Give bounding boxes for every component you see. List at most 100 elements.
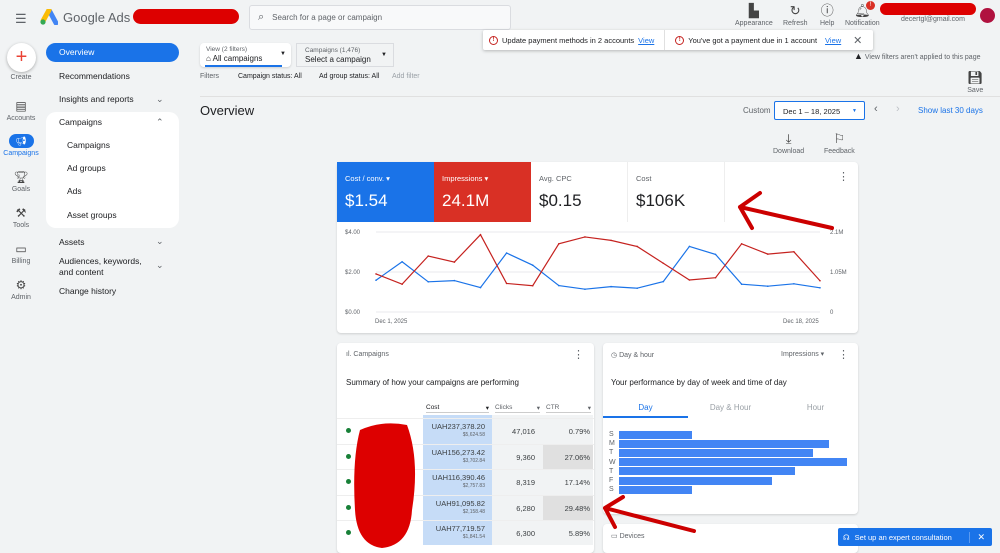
filter-chip-ad-group-status[interactable]: Ad group status: All: [319, 73, 379, 80]
avatar[interactable]: [980, 8, 995, 23]
redaction: [133, 9, 239, 24]
data-point: [375, 273, 377, 275]
nav-subitem-ads[interactable]: Ads: [67, 186, 82, 196]
rail-item-admin[interactable]: ⚙ Admin: [0, 278, 42, 301]
data-point: [766, 253, 769, 255]
view-selector[interactable]: View (2 filters) ⌂ All campaigns ▼: [200, 43, 291, 67]
nav-item-campaigns[interactable]: Campaigns: [59, 117, 102, 127]
metric-dropdown[interactable]: Impressions ▾: [781, 350, 824, 358]
metric-cost-per-conv[interactable]: Cost / conv. ▾ $1.54: [337, 162, 434, 222]
rail-item-billing[interactable]: ▭ Billing: [0, 242, 42, 265]
chevron-down-icon[interactable]: ⌄: [156, 94, 164, 105]
more-options-icon[interactable]: ⋮: [573, 348, 584, 361]
chevron-down-icon[interactable]: ⌄: [156, 236, 164, 247]
data-point: [427, 281, 430, 283]
search-placeholder: Search for a page or campaign: [272, 13, 383, 22]
banner-view-link[interactable]: View: [825, 36, 841, 45]
tab-hour[interactable]: Hour: [773, 403, 858, 412]
column-header-clicks[interactable]: Clicks ▾: [495, 404, 540, 413]
data-point: [584, 236, 586, 238]
goals-label: Goals: [11, 186, 31, 193]
ctr-value: 29.48%: [564, 503, 590, 513]
redaction: [880, 3, 976, 15]
campaign-selector[interactable]: Campaigns (1,476) Select a campaign ▼: [296, 43, 394, 67]
appearance-button[interactable]: ▙ Appearance: [735, 4, 773, 28]
data-point: [505, 282, 508, 285]
nav-item-assets[interactable]: Assets: [59, 237, 85, 247]
day-label: T: [609, 449, 614, 457]
notification-badge: !: [866, 1, 875, 10]
cost-usd-value: $3,702.84: [462, 457, 485, 464]
column-label: Clicks: [495, 404, 513, 411]
campaign-selector-value: Select a campaign: [305, 55, 371, 64]
metric-avg-cpc[interactable]: Avg. CPC $0.15: [531, 162, 628, 222]
tools-label: Tools: [12, 222, 30, 229]
data-point: [479, 286, 482, 289]
view-selector-underline: [205, 65, 282, 67]
admin-label: Admin: [11, 294, 31, 301]
day-label: T: [609, 467, 614, 475]
chevron-down-icon[interactable]: ⌄: [156, 260, 164, 271]
create-label: Create: [10, 74, 32, 81]
banner-view-link[interactable]: View: [638, 36, 654, 45]
nav-subitem-asset-groups[interactable]: Asset groups: [67, 210, 117, 220]
nav-item-audiences[interactable]: Audiences, keywords, and content: [59, 256, 157, 278]
download-icon: ⤓: [785, 131, 792, 146]
refresh-button[interactable]: ↻ Refresh: [783, 4, 808, 28]
metric-label: Impressions: [442, 174, 483, 183]
metric-impressions[interactable]: Impressions ▾ 24.1M: [434, 162, 531, 222]
download-button[interactable]: ⤓ Download: [773, 131, 804, 156]
metric-value: $1.54: [345, 191, 388, 210]
column-header-cost[interactable]: Cost ▾: [426, 404, 489, 413]
nav-item-insights[interactable]: Insights and reports: [59, 94, 134, 104]
day-hour-subtitle: Your performance by day of week and time…: [611, 378, 787, 387]
show-last-30-days-link[interactable]: Show last 30 days: [918, 106, 983, 115]
close-icon[interactable]: ✕: [853, 34, 862, 47]
day-label: S: [609, 431, 614, 439]
add-filter-button[interactable]: Add filter: [392, 73, 420, 80]
billing-label: Billing: [11, 258, 31, 265]
tab-day-and-hour[interactable]: Day & Hour: [688, 403, 773, 412]
nav-item-recommendations[interactable]: Recommendations: [59, 71, 130, 81]
filter-chip-campaign-status[interactable]: Campaign status: All: [238, 73, 302, 80]
divider: [664, 30, 666, 50]
more-options-icon[interactable]: ⋮: [838, 170, 849, 183]
date-range-value: Dec 1 – 18, 2025: [783, 107, 841, 116]
trophy-icon: 🏆︎: [13, 170, 29, 184]
data-point: [453, 279, 456, 282]
expert-consultation-button[interactable]: ☊ Set up an expert consultation ✕: [838, 528, 992, 546]
data-point: [740, 243, 743, 245]
feedback-button[interactable]: ⚐ Feedback: [824, 132, 855, 156]
rail-item-campaigns[interactable]: 📢︎ Campaigns: [0, 134, 42, 157]
nav-item-change-history[interactable]: Change history: [59, 286, 116, 296]
help-button[interactable]: ⓘ Help: [820, 4, 834, 28]
cost-value: UAH77,719.57: [435, 524, 485, 533]
close-icon[interactable]: ✕: [969, 531, 992, 543]
status-dot: [346, 428, 351, 433]
rail-item-tools[interactable]: ⚒ Tools: [0, 206, 42, 229]
menu-icon[interactable]: ☰: [15, 11, 27, 27]
save-button[interactable]: 💾︎ Save: [967, 70, 984, 95]
left-tick-label: $4.00: [345, 230, 361, 236]
create-button[interactable]: +: [7, 43, 36, 72]
save-icon: 💾︎: [967, 70, 984, 85]
day-label: W: [609, 458, 616, 466]
next-period-button[interactable]: ›: [896, 103, 900, 115]
banner-text: You've got a payment due in 1 account: [688, 35, 818, 45]
clicks-value: 8,319: [516, 478, 535, 487]
more-options-icon[interactable]: ⋮: [838, 348, 849, 361]
previous-period-button[interactable]: ‹: [874, 103, 878, 115]
column-header-ctr[interactable]: CTR ▾: [546, 404, 591, 413]
date-range-picker[interactable]: Dec 1 – 18, 2025 ▼: [774, 101, 865, 120]
tab-day[interactable]: Day: [603, 403, 688, 418]
metric-cost[interactable]: Cost $106K: [628, 162, 725, 222]
data-point: [453, 261, 456, 263]
rail-item-goals[interactable]: 🏆︎ Goals: [0, 170, 42, 193]
cost-usd-value: $2,757.83: [462, 483, 485, 489]
chevron-up-icon[interactable]: ⌃: [156, 117, 164, 128]
warning-icon: ▲: [854, 51, 863, 61]
search-input[interactable]: ⌕ Search for a page or campaign: [249, 5, 511, 30]
rail-item-accounts[interactable]: ▤ Accounts: [0, 99, 42, 122]
nav-subitem-campaigns[interactable]: Campaigns: [67, 140, 110, 150]
nav-subitem-ad-groups[interactable]: Ad groups: [67, 163, 106, 173]
